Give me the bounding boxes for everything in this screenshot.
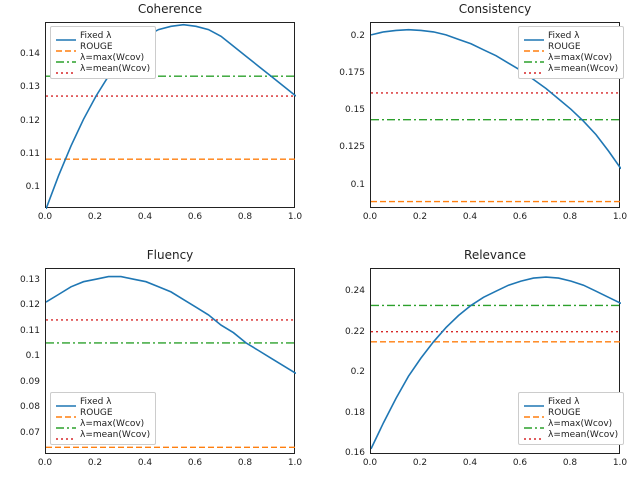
panel-consistency: Consistency 0.1 0.125 0.15 0.175 0.2 0.0 0.2 0.4… bbox=[325, 0, 635, 226]
panel-coherence: Coherence 0.1 0.11 0.12 0.13 0.14 0.0 0.2 0.4 0.6… bbox=[0, 0, 310, 226]
x-tick-label: 0.0 bbox=[35, 212, 55, 222]
x-tick-label: 0.6 bbox=[185, 212, 205, 222]
y-tick-label: 0.125 bbox=[325, 142, 365, 152]
legend-label: Fixed λ bbox=[80, 397, 112, 407]
y-tick-label: 0.175 bbox=[325, 68, 365, 78]
legend-label: Fixed λ bbox=[80, 31, 112, 41]
legend: Fixed λROUGEλ=max(Wcov)λ=mean(Wcov) bbox=[50, 392, 156, 445]
legend-label: λ=max(Wcov) bbox=[548, 419, 612, 429]
y-tick-label: 0.12 bbox=[0, 116, 40, 126]
x-tick-label: 1.0 bbox=[610, 458, 630, 468]
legend-item: Fixed λ bbox=[524, 397, 618, 407]
panel-title: Fluency bbox=[45, 248, 295, 262]
legend-label: ROUGE bbox=[548, 408, 581, 418]
y-tick-label: 0.1 bbox=[0, 351, 40, 361]
x-tick-label: 0.2 bbox=[410, 458, 430, 468]
x-tick-label: 0.6 bbox=[510, 212, 530, 222]
x-tick-label: 0.8 bbox=[560, 458, 580, 468]
y-tick-label: 0.16 bbox=[325, 448, 365, 458]
x-tick-label: 0.4 bbox=[460, 458, 480, 468]
y-tick-label: 0.12 bbox=[0, 300, 40, 310]
legend-label: λ=mean(Wcov) bbox=[548, 64, 618, 74]
y-tick-label: 0.11 bbox=[0, 326, 40, 336]
legend-item: Fixed λ bbox=[524, 31, 618, 41]
x-tick-label: 1.0 bbox=[285, 212, 305, 222]
panel-title: Consistency bbox=[370, 2, 620, 16]
x-tick-label: 0.6 bbox=[510, 458, 530, 468]
y-tick-label: 0.09 bbox=[0, 377, 40, 387]
x-tick-label: 1.0 bbox=[610, 212, 630, 222]
legend-item: Fixed λ bbox=[56, 397, 150, 407]
legend-label: λ=max(Wcov) bbox=[80, 419, 144, 429]
x-tick-label: 0.8 bbox=[235, 458, 255, 468]
panel-title: Coherence bbox=[45, 2, 295, 16]
x-tick-label: 0.2 bbox=[85, 212, 105, 222]
legend-label: ROUGE bbox=[80, 42, 113, 52]
x-tick-label: 0.6 bbox=[185, 458, 205, 468]
y-tick-label: 0.07 bbox=[0, 428, 40, 438]
y-tick-label: 0.2 bbox=[325, 31, 365, 41]
panel-relevance: Relevance 0.16 0.18 0.2 0.22 0.24 0.0 0.2 0.4 0.6… bbox=[325, 246, 635, 472]
y-tick-label: 0.08 bbox=[0, 402, 40, 412]
x-tick-label: 0.0 bbox=[360, 212, 380, 222]
line-fixed bbox=[46, 277, 296, 374]
x-tick-label: 0.0 bbox=[35, 458, 55, 468]
y-tick-label: 0.24 bbox=[325, 286, 365, 296]
legend-label: Fixed λ bbox=[548, 31, 580, 41]
x-tick-label: 0.4 bbox=[135, 458, 155, 468]
legend-label: ROUGE bbox=[80, 408, 113, 418]
x-tick-label: 0.8 bbox=[235, 212, 255, 222]
legend-item: Fixed λ bbox=[56, 31, 150, 41]
legend: Fixed λROUGEλ=max(Wcov)λ=mean(Wcov) bbox=[518, 26, 624, 79]
y-tick-label: 0.2 bbox=[325, 367, 365, 377]
x-tick-label: 0.0 bbox=[360, 458, 380, 468]
y-tick-label: 0.1 bbox=[325, 180, 365, 190]
y-tick-label: 0.11 bbox=[0, 149, 40, 159]
legend: Fixed λROUGEλ=max(Wcov)λ=mean(Wcov) bbox=[50, 26, 156, 79]
panel-fluency: Fluency 0.07 0.08 0.09 0.1 0.11 0.12 0.13 0.0 0.2… bbox=[0, 246, 310, 472]
y-tick-label: 0.22 bbox=[325, 327, 365, 337]
legend: Fixed λROUGEλ=max(Wcov)λ=mean(Wcov) bbox=[518, 392, 624, 445]
panel-title: Relevance bbox=[370, 248, 620, 262]
legend-label: λ=mean(Wcov) bbox=[548, 430, 618, 440]
legend-label: λ=max(Wcov) bbox=[80, 53, 144, 63]
legend-label: ROUGE bbox=[548, 42, 581, 52]
x-tick-label: 0.4 bbox=[460, 212, 480, 222]
x-tick-label: 0.4 bbox=[135, 212, 155, 222]
y-tick-label: 0.13 bbox=[0, 275, 40, 285]
x-tick-label: 1.0 bbox=[285, 458, 305, 468]
y-tick-label: 0.18 bbox=[325, 408, 365, 418]
y-tick-label: 0.15 bbox=[325, 105, 365, 115]
x-tick-label: 0.2 bbox=[85, 458, 105, 468]
figure: Coherence 0.1 0.11 0.12 0.13 0.14 0.0 0.2 0.4 0.6… bbox=[0, 0, 640, 500]
legend-label: λ=mean(Wcov) bbox=[80, 64, 150, 74]
y-tick-label: 0.13 bbox=[0, 82, 40, 92]
x-tick-label: 0.8 bbox=[560, 212, 580, 222]
legend-label: λ=max(Wcov) bbox=[548, 53, 612, 63]
legend-label: Fixed λ bbox=[548, 397, 580, 407]
legend-label: λ=mean(Wcov) bbox=[80, 430, 150, 440]
x-tick-label: 0.2 bbox=[410, 212, 430, 222]
y-tick-label: 0.14 bbox=[0, 49, 40, 59]
y-tick-label: 0.1 bbox=[0, 182, 40, 192]
